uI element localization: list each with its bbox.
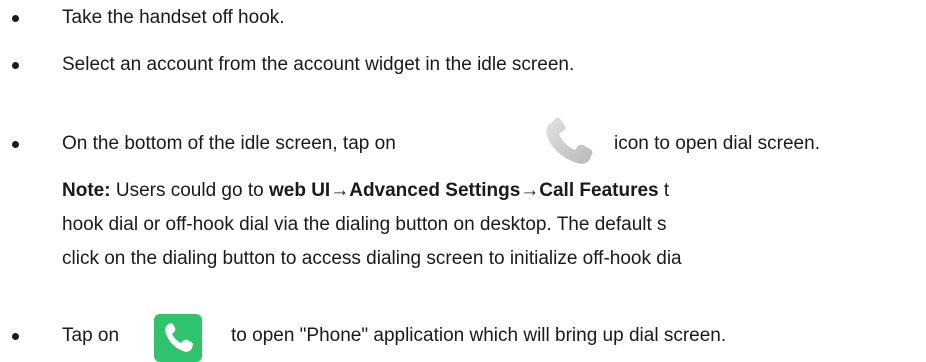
bullet-icon — [12, 141, 19, 148]
arrow-icon: → — [520, 180, 540, 201]
note-text: Users could go to — [110, 180, 269, 201]
note-line-2: hook dial or off-hook dial via the diali… — [62, 214, 667, 235]
list-item-text: to open "Phone" application which will b… — [231, 325, 727, 346]
list-item-text: On the bottom of the idle screen, tap on — [62, 133, 396, 154]
arrow-icon: → — [330, 180, 350, 201]
note-text: t — [658, 180, 670, 201]
phone-handset-gray-icon — [541, 117, 599, 167]
note-line-3: click on the dialing button to access di… — [62, 248, 682, 269]
note-emphasis: Call Features — [539, 180, 659, 201]
bullet-icon — [12, 62, 19, 69]
list-item-text: icon to open dial screen. — [614, 133, 820, 154]
note-label: Note: — [62, 180, 111, 201]
bullet-icon — [12, 333, 19, 340]
list-item-text: Take the handset off hook. — [62, 7, 285, 28]
bullet-icon — [12, 15, 19, 22]
note-line-1: Note: Users could go to web UI→Advanced … — [62, 180, 669, 202]
note-emphasis: web UI — [268, 180, 331, 201]
list-item-text: Select an account from the account widge… — [62, 54, 575, 75]
note-emphasis: Advanced Settings — [349, 180, 521, 201]
list-item-text: Tap on — [62, 325, 120, 346]
phone-app-green-icon — [154, 314, 202, 362]
